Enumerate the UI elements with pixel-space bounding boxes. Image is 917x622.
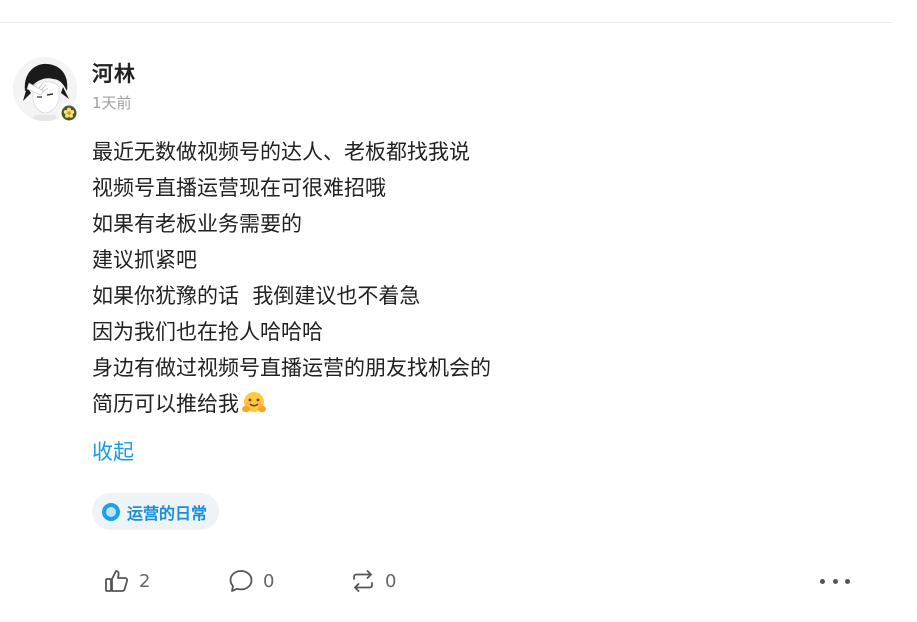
- like-button[interactable]: 2: [103, 567, 150, 595]
- more-dots-icon[interactable]: [820, 572, 850, 590]
- avatar[interactable]: [13, 57, 79, 123]
- topic-tag-label: 运营的日常: [127, 503, 208, 523]
- content-line: 视频号直播运营现在可很难招哦: [92, 176, 386, 200]
- topic-tag[interactable]: 运营的日常: [92, 493, 220, 530]
- hugging-face-emoji-icon: [241, 390, 267, 427]
- more-dot: [820, 578, 825, 584]
- topic-tag-icon: [102, 502, 120, 521]
- like-count: 2: [139, 570, 151, 592]
- content-line: 因为我们也在抢人哈哈哈: [92, 320, 323, 344]
- repost-count: 0: [385, 570, 397, 592]
- more-dot: [832, 578, 838, 584]
- repost-arrows-icon: [353, 570, 373, 592]
- repost-button[interactable]: 0: [349, 567, 396, 595]
- content-line: 如果有老板业务需要的: [92, 212, 302, 236]
- author-name[interactable]: 河林: [92, 58, 136, 88]
- content-line: 最近无数做视频号的达人、老板都找我说: [92, 140, 470, 164]
- content-line-last: 简历可以推给我: [92, 386, 792, 422]
- collapse-link[interactable]: 收起: [92, 436, 134, 466]
- comment-bubble-icon: [229, 570, 253, 592]
- post-time: 1天前: [92, 94, 132, 112]
- top-divider: [0, 22, 893, 23]
- content-line: 如果你犹豫的话 我倒建议也不着急: [92, 284, 421, 308]
- comment-button[interactable]: 0: [227, 567, 274, 595]
- post-content: 最近无数做视频号的达人、老板都找我说 视频号直播运营现在可很难招哦 如果有老板业…: [92, 134, 792, 422]
- action-bar: 2 0 0: [103, 566, 396, 596]
- flower-badge-icon: [61, 105, 77, 121]
- more-dot: [845, 578, 850, 584]
- content-line: 建议抓紧吧: [92, 248, 197, 272]
- thumbs-up-icon: [105, 570, 129, 592]
- comment-count: 0: [263, 570, 275, 592]
- content-line-text: 简历可以推给我: [92, 392, 239, 416]
- content-line: 身边有做过视频号直播运营的朋友找机会的: [92, 356, 491, 380]
- avatar-badge: [59, 103, 79, 123]
